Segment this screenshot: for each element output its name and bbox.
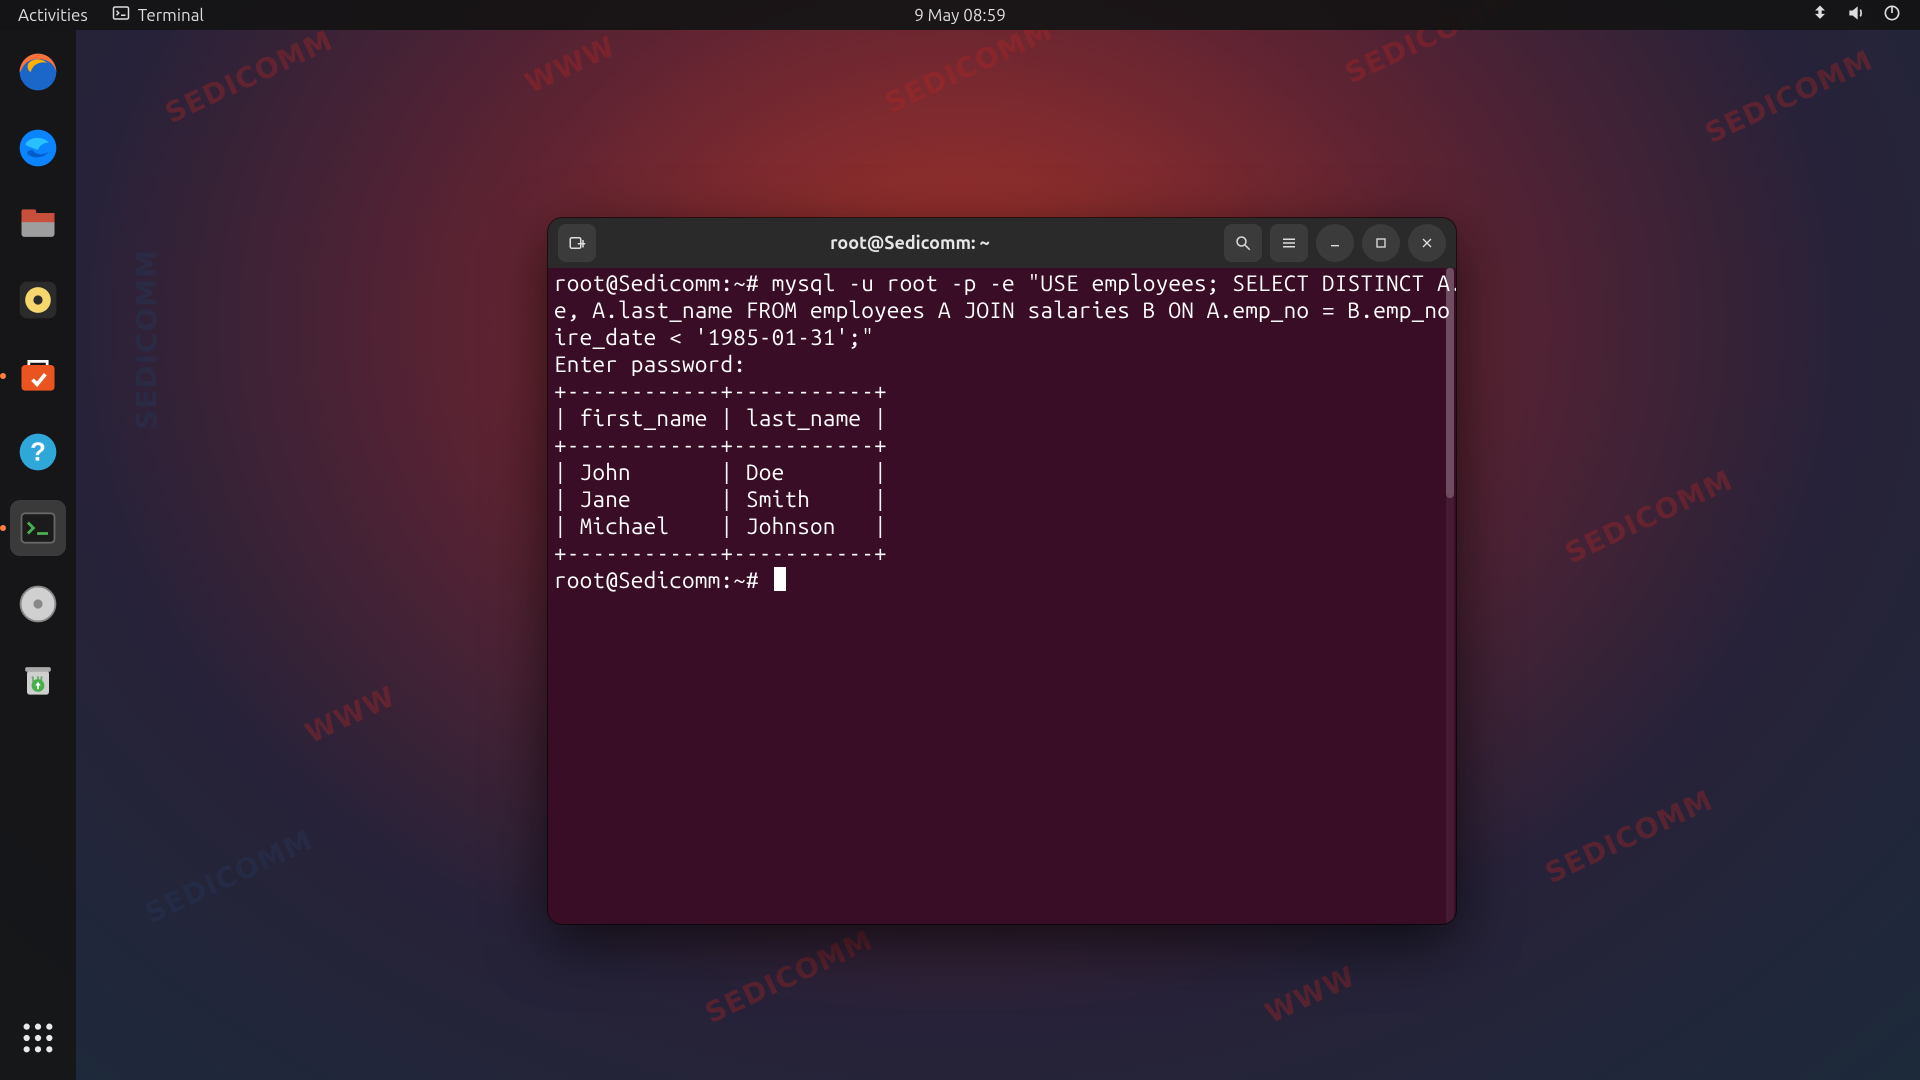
terminal-window: root@Sedicomm: ~ root@Sedicomm:~# mysql … xyxy=(548,218,1456,924)
window-title: root@Sedicomm: ~ xyxy=(596,233,1224,253)
dock-help[interactable]: ? xyxy=(10,424,66,480)
terminal-line: | Jane | Smith | xyxy=(554,487,887,512)
terminal-line: ire_date < '1985-01-31';" xyxy=(554,325,874,350)
dock-disk[interactable] xyxy=(10,576,66,632)
close-button[interactable] xyxy=(1408,224,1446,262)
maximize-button[interactable] xyxy=(1362,224,1400,262)
dock-trash[interactable] xyxy=(10,652,66,708)
volume-icon[interactable] xyxy=(1846,3,1866,27)
dock-thunderbird[interactable] xyxy=(10,120,66,176)
topbar-app-indicator[interactable]: Terminal xyxy=(112,4,204,26)
terminal-line: e, A.last_name FROM employees A JOIN sal… xyxy=(554,298,1456,323)
terminal-cursor xyxy=(774,567,786,591)
dock-software[interactable] xyxy=(10,348,66,404)
dock-terminal[interactable] xyxy=(10,500,66,556)
terminal-line: | John | Doe | xyxy=(554,460,887,485)
watermark-text: SEDICOMM xyxy=(140,823,318,929)
terminal-line: | Michael | Johnson | xyxy=(554,514,887,539)
dock-firefox[interactable] xyxy=(10,44,66,100)
watermark-text: SEDICOMM xyxy=(130,249,163,430)
dock-rhythmbox[interactable] xyxy=(10,272,66,328)
hamburger-menu-button[interactable] xyxy=(1270,224,1308,262)
search-button[interactable] xyxy=(1224,224,1262,262)
watermark-text: SEDICOMM xyxy=(160,23,338,129)
terminal-line: | first_name | last_name | xyxy=(554,406,887,431)
terminal-small-icon xyxy=(112,4,130,26)
terminal-line: +------------+-----------+ xyxy=(554,541,887,566)
show-applications-button[interactable] xyxy=(10,1010,66,1066)
watermark-text: WWW xyxy=(300,680,401,750)
topbar: Activities Terminal 9 May 08:59 xyxy=(0,0,1920,30)
terminal-line: root@Sedicomm:~# mysql -u root -p -e "US… xyxy=(554,271,1456,296)
terminal-line: Enter password: xyxy=(554,352,746,377)
topbar-app-name: Terminal xyxy=(138,6,204,25)
network-icon[interactable] xyxy=(1810,3,1830,27)
new-tab-button[interactable] xyxy=(558,224,596,262)
activities-button[interactable]: Activities xyxy=(18,6,88,25)
watermark-text: SEDICOMM xyxy=(1700,43,1878,149)
terminal-scrollbar[interactable] xyxy=(1446,268,1454,924)
dock: ? xyxy=(0,30,76,1080)
minimize-button[interactable] xyxy=(1316,224,1354,262)
dock-files[interactable] xyxy=(10,196,66,252)
watermark-text: WWW xyxy=(1260,960,1361,1030)
terminal-line: root@Sedicomm:~# xyxy=(554,568,786,593)
terminal-titlebar: root@Sedicomm: ~ xyxy=(548,218,1456,268)
topbar-datetime[interactable]: 9 May 08:59 xyxy=(914,6,1006,25)
power-icon[interactable] xyxy=(1882,3,1902,27)
watermark-text: SEDICOMM xyxy=(1540,783,1718,889)
watermark-text: SEDICOMM xyxy=(700,923,878,1029)
terminal-body[interactable]: root@Sedicomm:~# mysql -u root -p -e "US… xyxy=(548,268,1456,924)
terminal-line: +------------+-----------+ xyxy=(554,379,887,404)
terminal-line: +------------+-----------+ xyxy=(554,433,887,458)
watermark-text: SEDICOMM xyxy=(1560,463,1738,569)
watermark-text: WWW xyxy=(520,30,621,100)
svg-text:?: ? xyxy=(30,438,46,466)
